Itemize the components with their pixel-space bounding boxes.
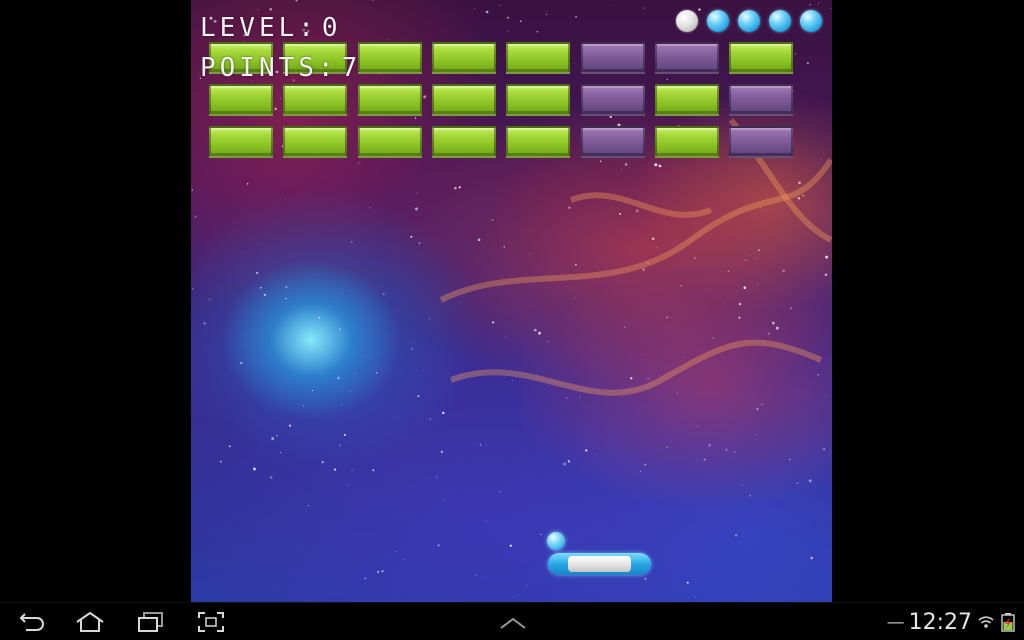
life-lost-icon <box>676 10 698 32</box>
screenshot-icon[interactable] <box>195 610 227 634</box>
green-brick <box>432 126 496 158</box>
green-brick <box>432 42 496 74</box>
green-brick <box>209 126 273 158</box>
points-label: POINTS: <box>200 53 338 83</box>
clock: 12:27 <box>908 609 972 635</box>
wifi-icon <box>978 616 994 628</box>
level-label: LEVEL: <box>200 13 318 43</box>
status-area[interactable]: — 12:27 <box>887 607 1016 637</box>
purple-brick <box>729 84 793 116</box>
green-brick <box>729 42 793 74</box>
battery-icon <box>1001 613 1015 632</box>
purple-brick <box>581 84 645 116</box>
green-brick <box>432 84 496 116</box>
points-display: POINTS: 7 <box>200 54 361 82</box>
notification-dash: — <box>886 611 905 633</box>
recent-apps-icon[interactable] <box>135 610 167 634</box>
ball <box>547 532 565 550</box>
life-icon <box>800 10 822 32</box>
green-brick <box>655 84 719 116</box>
green-brick <box>283 126 347 158</box>
life-icon <box>707 10 729 32</box>
green-brick <box>358 84 422 116</box>
level-value: 0 <box>321 13 342 43</box>
green-brick <box>283 84 347 116</box>
lives-indicator <box>676 10 822 32</box>
level-display: LEVEL: 0 <box>200 14 342 42</box>
green-brick <box>358 42 422 74</box>
life-icon <box>738 10 760 32</box>
green-brick <box>506 126 570 158</box>
green-brick <box>655 126 719 158</box>
home-icon[interactable] <box>74 610 106 634</box>
purple-brick <box>729 126 793 158</box>
up-chevron-icon[interactable] <box>497 612 529 636</box>
purple-brick <box>655 42 719 74</box>
purple-brick <box>581 42 645 74</box>
points-value: 7 <box>341 53 362 83</box>
green-brick <box>358 126 422 158</box>
paddle[interactable] <box>548 553 651 575</box>
paddle-core <box>568 556 631 572</box>
system-navigation-bar: — 12:27 <box>0 602 1024 640</box>
green-brick <box>209 84 273 116</box>
game-canvas[interactable]: LEVEL: 0 POINTS: 7 <box>191 0 832 602</box>
life-icon <box>769 10 791 32</box>
green-brick <box>506 84 570 116</box>
green-brick <box>506 42 570 74</box>
purple-brick <box>581 126 645 158</box>
back-icon[interactable] <box>17 610 49 634</box>
